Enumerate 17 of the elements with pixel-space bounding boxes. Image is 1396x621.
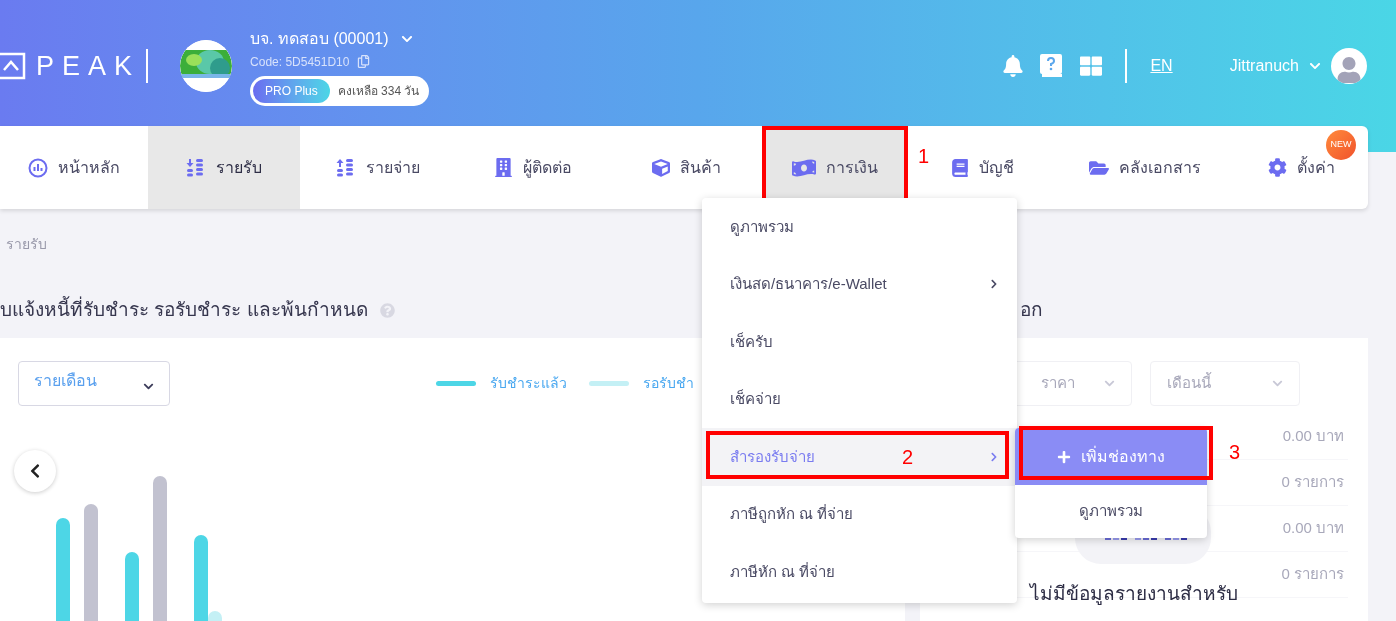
annotation-number: 2 [902, 447, 914, 467]
company-code: Code: 5D5451D10 [250, 53, 350, 71]
annotation-number: 1 [918, 146, 930, 166]
plan-badge: PRO Plus [253, 78, 330, 103]
section-title: บแจ้งหนี้ที่รับชำระ รอรับชำระ และพ้นกำหนด [0, 295, 368, 322]
legend-label: รับชำระแล้ว [490, 374, 567, 393]
legend-label: รอรับชำ [643, 374, 694, 393]
row-value: 0.00 บาท [1282, 518, 1344, 539]
annotation-number: 3 [1229, 442, 1241, 462]
row-value: 0 รายการ [1281, 564, 1344, 585]
remaining-days: คงเหลือ 334 วัน [337, 81, 420, 100]
row-value: 0.00 บาท [1282, 426, 1344, 447]
section-title: อก [1020, 297, 1043, 322]
new-badge: NEW [1326, 130, 1356, 160]
row-value: 0 รายการ [1281, 472, 1344, 493]
empty-message: ไม่มีข้อมูลรายงานสำหรับ [1030, 582, 1238, 607]
logo: PEAK [36, 49, 141, 83]
